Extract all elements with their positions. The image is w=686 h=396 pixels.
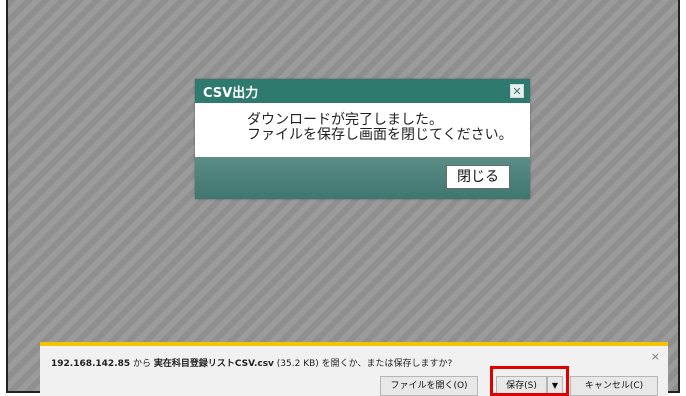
download-prompt-text: (35.2 KB) を開くか、または保存しますか? xyxy=(273,359,453,369)
save-highlight-box xyxy=(490,366,569,396)
close-bar-icon[interactable]: × xyxy=(651,350,660,363)
download-from-text: から xyxy=(130,359,154,369)
dialog-title: CSV出力 xyxy=(203,85,259,101)
download-host: 192.168.142.85 xyxy=(51,359,131,369)
dialog-titlebar: CSV出力 ✕ xyxy=(195,79,530,103)
csv-export-dialog: CSV出力 ✕ ダウンロードが完了しました。 ファイルを保存し画面を閉じてくださ… xyxy=(195,79,530,199)
dialog-message: ダウンロードが完了しました。 ファイルを保存し画面を閉じてください。 xyxy=(195,103,530,157)
cancel-button[interactable]: キャンセル(C) xyxy=(570,376,658,396)
download-prompt: 192.168.142.85 から 実在科目登録リストCSV.csv (35.2… xyxy=(51,356,452,369)
message-line-2: ファイルを保存し画面を閉じてください。 xyxy=(247,127,513,143)
close-icon[interactable]: ✕ xyxy=(510,84,524,98)
download-notification-bar: 192.168.142.85 から 実在科目登録リストCSV.csv (35.2… xyxy=(40,342,668,396)
close-button[interactable]: 閉じる xyxy=(446,165,510,189)
message-line-1: ダウンロードが完了しました。 xyxy=(247,112,443,128)
download-filename: 実在科目登録リストCSV.csv xyxy=(153,359,274,369)
open-file-button[interactable]: ファイルを開く(O) xyxy=(380,376,478,396)
dialog-footer: 閉じる xyxy=(195,157,530,199)
